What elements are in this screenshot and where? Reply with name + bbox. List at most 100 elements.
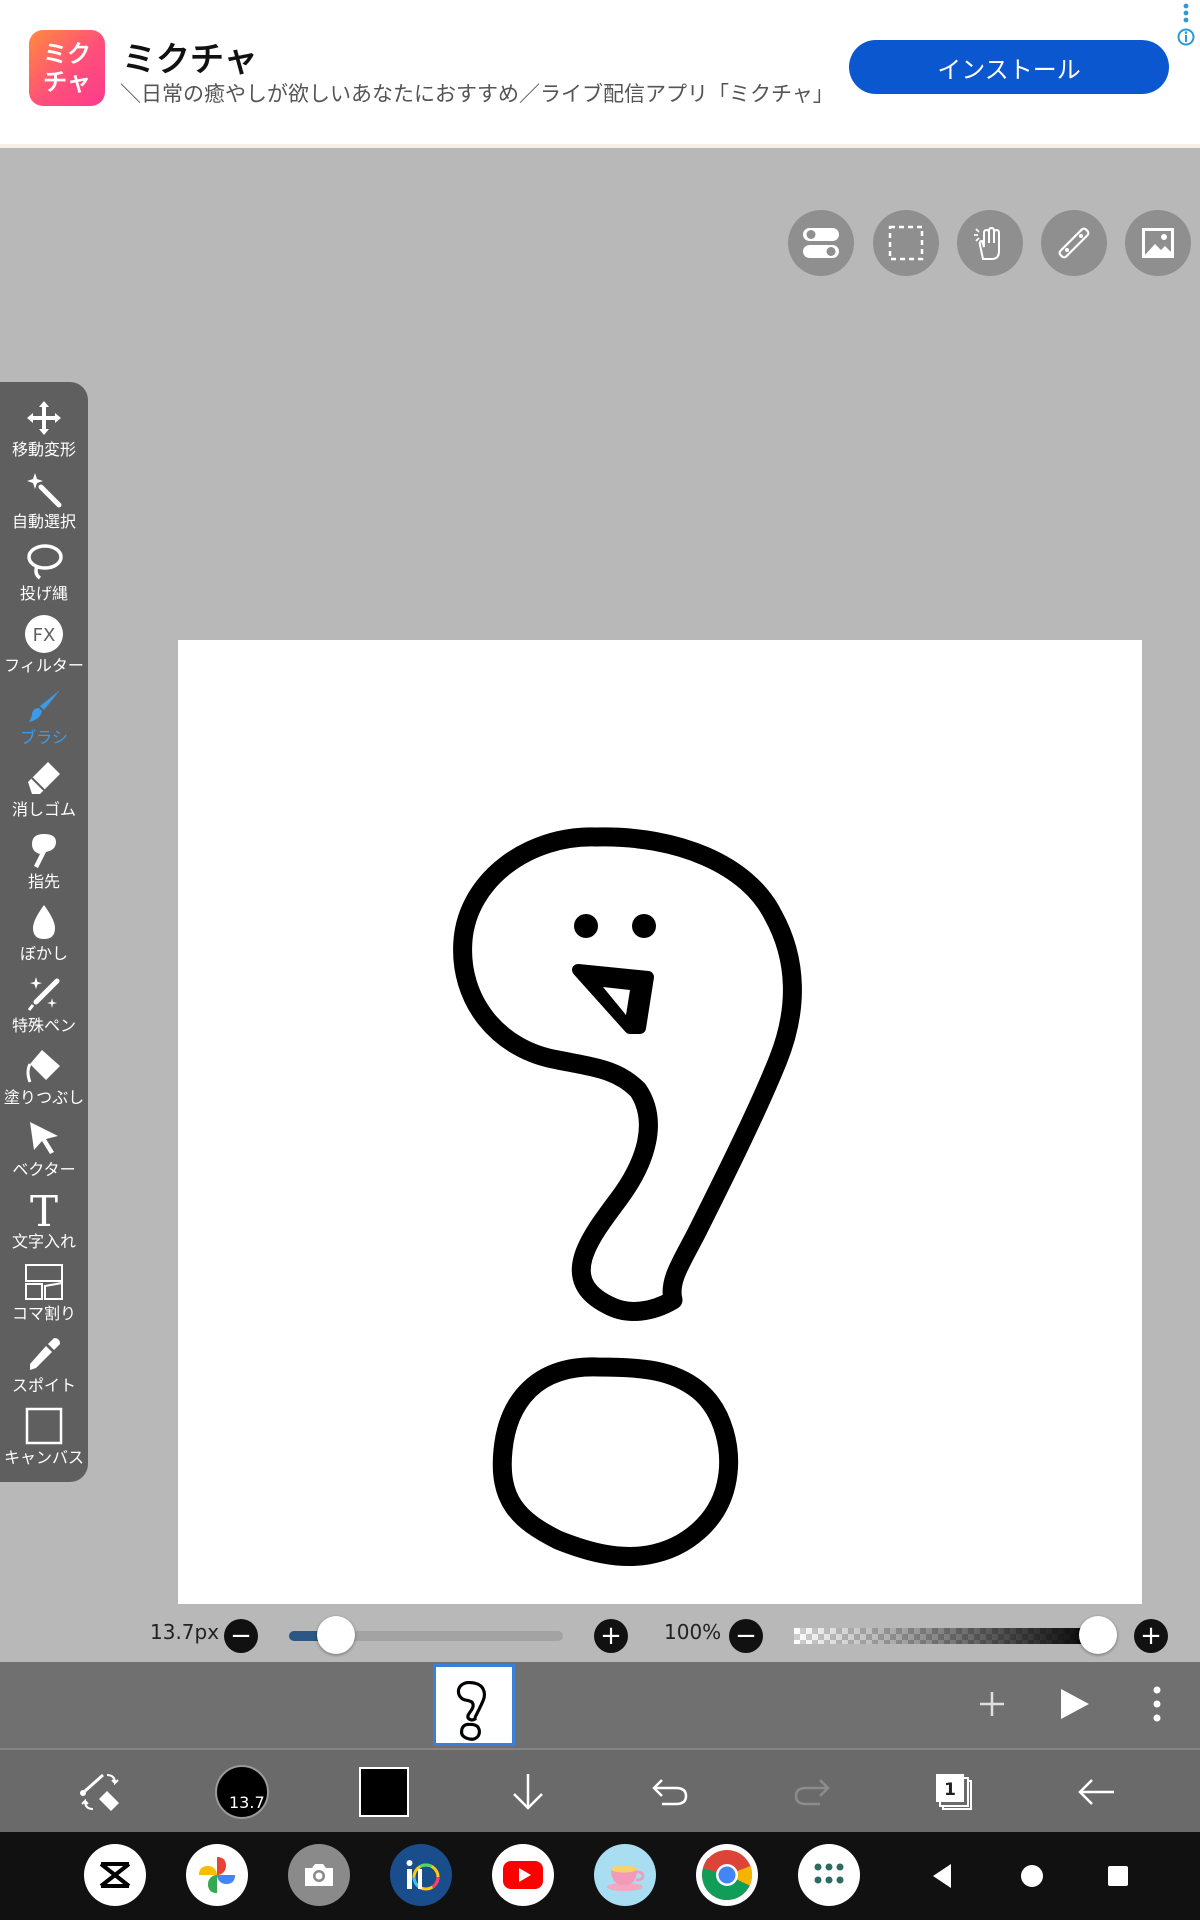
play-animation-button[interactable] bbox=[1050, 1680, 1098, 1728]
tool-move[interactable]: 移動変形 bbox=[0, 396, 88, 468]
tool-label: 特殊ペン bbox=[11, 1016, 76, 1035]
tool-eyedropper[interactable]: スポイト bbox=[0, 1332, 88, 1404]
tool-filter[interactable]: FX フィルター bbox=[0, 612, 88, 684]
tool-vector[interactable]: ベクター bbox=[0, 1116, 88, 1188]
tool-fill[interactable]: 塗りつぶし bbox=[0, 1044, 88, 1116]
tool-lasso[interactable]: 投げ縄 bbox=[0, 540, 88, 612]
svg-text:FX: FX bbox=[33, 625, 56, 646]
grid-dots-icon bbox=[814, 1863, 844, 1884]
tool-label: キャンバス bbox=[3, 1448, 84, 1467]
nav-back-button[interactable] bbox=[918, 1852, 966, 1900]
tool-palette: 移動変形 自動選択 投げ縄 FX フィルター ブラシ 消しゴム 指先 ぼかし 特… bbox=[0, 382, 88, 1482]
tool-label: 移動変形 bbox=[11, 440, 76, 459]
layers-button[interactable]: 1 bbox=[922, 1760, 986, 1824]
lasso-icon bbox=[22, 540, 66, 584]
opacity-decrease-button[interactable]: − bbox=[729, 1619, 763, 1653]
svg-text:T: T bbox=[30, 1188, 58, 1232]
hand-icon bbox=[974, 226, 1000, 260]
brush-icon bbox=[22, 684, 66, 728]
tool-eraser[interactable]: 消しゴム bbox=[0, 756, 88, 828]
ad-title: ミクチャ bbox=[122, 40, 258, 80]
selection-button[interactable] bbox=[873, 210, 939, 276]
add-frame-button[interactable] bbox=[970, 1682, 1014, 1726]
tool-auto-select[interactable]: 自動選択 bbox=[0, 468, 88, 540]
google-photos-app-icon[interactable] bbox=[186, 1844, 248, 1906]
opacity-slider[interactable] bbox=[794, 1628, 1098, 1644]
tool-panel[interactable]: コマ割り bbox=[0, 1260, 88, 1332]
brush-size-slider-handle[interactable] bbox=[316, 1616, 355, 1654]
redo-icon bbox=[794, 1779, 830, 1806]
ibis-paint-app-icon[interactable] bbox=[390, 1844, 452, 1906]
arrow-left-icon bbox=[1078, 1779, 1114, 1805]
brush-size-picker-button[interactable]: 13.7 bbox=[210, 1760, 274, 1824]
toggle-switch-icon bbox=[803, 228, 839, 258]
toggle-settings-button[interactable] bbox=[788, 210, 854, 276]
text-icon: T bbox=[22, 1188, 66, 1232]
ruler-button[interactable] bbox=[1041, 210, 1107, 276]
ad-logo-text-line2: チャ bbox=[43, 68, 91, 96]
nav-recents-square-icon bbox=[1108, 1866, 1128, 1886]
tool-special-pen[interactable]: 特殊ペン bbox=[0, 972, 88, 1044]
tool-label: 文字入れ bbox=[11, 1232, 76, 1251]
chrome-icon bbox=[701, 1850, 753, 1901]
bucket-icon bbox=[22, 1044, 66, 1088]
nav-home-button[interactable] bbox=[1008, 1852, 1056, 1900]
image-icon bbox=[1142, 228, 1174, 258]
opacity-label: 100% bbox=[664, 1620, 722, 1644]
brush-size-label: 13.7px bbox=[150, 1620, 220, 1644]
app-drawer-icon[interactable] bbox=[798, 1844, 860, 1906]
tool-text[interactable]: T 文字入れ bbox=[0, 1188, 88, 1260]
tool-canvas[interactable]: キャンバス bbox=[0, 1404, 88, 1476]
hand-tool-button[interactable] bbox=[957, 210, 1023, 276]
layers-icon: 1 bbox=[936, 1774, 972, 1810]
back-button[interactable] bbox=[1064, 1760, 1128, 1824]
eyedropper-icon bbox=[22, 1332, 66, 1376]
ad-install-button[interactable]: インストール bbox=[849, 40, 1169, 94]
frame-thumbnail[interactable] bbox=[433, 1664, 515, 1746]
undo-icon bbox=[652, 1779, 688, 1806]
tool-label: 消しゴム bbox=[11, 800, 76, 819]
brush-eraser-swap-button[interactable] bbox=[68, 1760, 132, 1824]
tool-label: スポイト bbox=[11, 1376, 76, 1395]
tool-label: コマ割り bbox=[11, 1304, 76, 1323]
ad-app-logo[interactable]: ミク チャ bbox=[29, 30, 105, 106]
ad-banner[interactable]: ミク チャ ミクチャ ＼日常の癒やしが欲しいあなたにおすすめ／ライブ配信アプリ「… bbox=[0, 0, 1200, 148]
tool-blur[interactable]: ぼかし bbox=[0, 900, 88, 972]
dashed-selection-icon bbox=[888, 225, 924, 261]
tool-label: 投げ縄 bbox=[19, 584, 68, 603]
fx-icon: FX bbox=[22, 612, 66, 656]
ad-info-icon[interactable] bbox=[1176, 2, 1196, 50]
ad-logo-text-line1: ミク bbox=[43, 40, 91, 68]
brush-eraser-swap-icon bbox=[80, 1773, 119, 1811]
color-picker-button[interactable] bbox=[352, 1760, 416, 1824]
tea-cup-app-icon[interactable] bbox=[594, 1844, 656, 1906]
tool-label: ベクター bbox=[12, 1160, 76, 1179]
thumbnail-drawing bbox=[456, 1680, 487, 1741]
camera-icon bbox=[305, 1864, 333, 1886]
play-icon bbox=[1061, 1689, 1089, 1719]
frame-more-button[interactable] bbox=[1142, 1680, 1172, 1728]
nav-recents-button[interactable] bbox=[1094, 1852, 1142, 1900]
brush-size-decrease-button[interactable]: − bbox=[224, 1619, 258, 1653]
capcut-app-icon[interactable] bbox=[84, 1844, 146, 1906]
drawing-canvas[interactable] bbox=[178, 640, 1142, 1604]
tool-finger[interactable]: 指先 bbox=[0, 828, 88, 900]
opacity-increase-button[interactable]: + bbox=[1134, 1619, 1168, 1653]
undo-button[interactable] bbox=[638, 1760, 702, 1824]
plus-icon bbox=[980, 1692, 1004, 1716]
image-reference-button[interactable] bbox=[1125, 210, 1191, 276]
brush-size-preview: 13.7 bbox=[215, 1765, 269, 1819]
camera-app-icon[interactable] bbox=[288, 1844, 350, 1906]
save-download-button[interactable] bbox=[496, 1760, 560, 1824]
youtube-icon bbox=[503, 1861, 543, 1889]
tool-label: 自動選択 bbox=[11, 512, 76, 531]
redo-button[interactable] bbox=[780, 1760, 844, 1824]
eraser-icon bbox=[22, 756, 66, 800]
brush-slider-row: 13.7px − + 100% − + bbox=[0, 1604, 1200, 1660]
tool-brush[interactable]: ブラシ bbox=[0, 684, 88, 756]
youtube-app-icon[interactable] bbox=[492, 1844, 554, 1906]
opacity-slider-handle[interactable] bbox=[1079, 1616, 1117, 1654]
chrome-app-icon[interactable] bbox=[696, 1844, 758, 1906]
arrow-down-icon bbox=[513, 1774, 543, 1810]
brush-size-increase-button[interactable]: + bbox=[594, 1619, 628, 1653]
